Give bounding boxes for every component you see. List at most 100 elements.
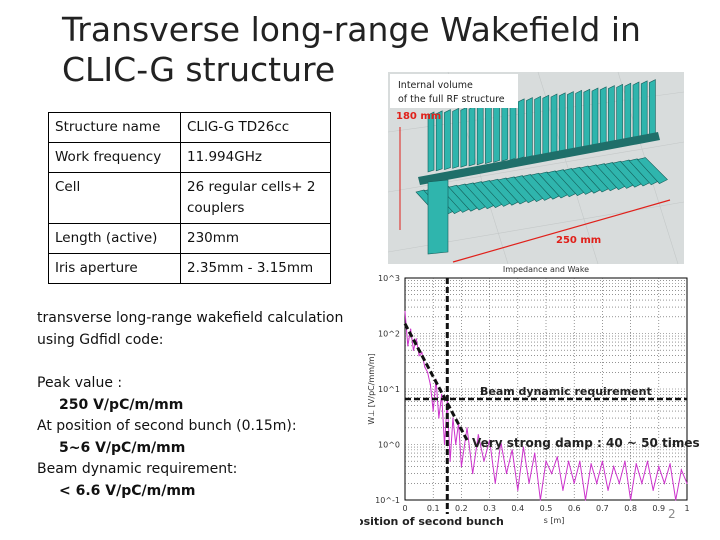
x-tick-label: 0.9 (652, 504, 665, 513)
wake-point (443, 443, 446, 446)
note-label: Beam dynamic requirement: (37, 461, 238, 477)
x-tick-label: 0.1 (427, 504, 440, 513)
note-value: 250 V/pC/m/mm (59, 396, 184, 413)
row-key: Cell (48, 172, 181, 224)
row-value: 2.35mm - 3.15mm (180, 253, 331, 284)
structure-render: Internal volume of the full RF structure… (388, 72, 684, 264)
wake-point (432, 410, 434, 412)
wake-point (562, 489, 564, 491)
y-tick-label: 10^0 (378, 441, 400, 450)
wake-point (556, 456, 558, 458)
row-value: CLIG-G TD26cc (180, 112, 331, 143)
wake-point (412, 349, 415, 351)
x-tick-label: 0.6 (568, 504, 581, 513)
notes: Peak value : 250 V/pC/m/mm At position of … (37, 373, 367, 502)
wake-point (675, 499, 677, 501)
note-value: 5~6 V/pC/m/mm (59, 439, 186, 456)
wake-point (505, 472, 508, 475)
wake-point (441, 393, 443, 395)
render-caption: Internal volume (398, 80, 473, 91)
x-tick-label: 0.7 (596, 504, 609, 513)
second-bunch-label: Position of second bunch (360, 515, 504, 528)
wake-point (567, 460, 570, 462)
note-label: Peak value : (37, 375, 123, 391)
page-number: 2 (668, 507, 676, 521)
wake-point (624, 460, 626, 462)
wake-point (601, 460, 603, 462)
table-row: Length (active) 230mm (48, 223, 331, 254)
wake-point (584, 499, 587, 501)
wake-point (641, 482, 643, 484)
height-label: 180 mm (396, 111, 441, 122)
table-row: Structure name CLIG-G TD26cc (48, 112, 331, 143)
wake-point (658, 465, 660, 468)
x-tick-label: 1 (684, 504, 689, 513)
wake-point (551, 472, 553, 475)
row-value: 230mm (180, 223, 331, 254)
wake-point (517, 489, 519, 491)
wake-point (494, 482, 496, 484)
wake-point (472, 472, 474, 475)
wake-point (449, 460, 451, 462)
y-tick-label: 10^3 (378, 274, 400, 283)
y-tick-label: 10^1 (378, 385, 400, 394)
wake-point (410, 328, 412, 330)
wake-point (438, 417, 440, 419)
wake-point (590, 463, 592, 465)
wake-point (630, 499, 632, 501)
x-tick-label: 0.3 (483, 504, 496, 513)
wake-point (415, 338, 417, 340)
spec-table: Structure name CLIG-G TD26cc Work frequenc… (48, 112, 331, 284)
wake-point (426, 371, 429, 373)
row-value: 26 regular cells+ 2 couplers (180, 172, 331, 224)
y-tick-label: 10^-1 (375, 496, 400, 505)
note-label: At position of second bunch (0.15m): (37, 418, 297, 434)
row-key: Iris aperture (48, 253, 181, 284)
wake-chart: 0 0.1 0.2 0.3 0.4 0.5 0.6 0.7 0.8 0.9 1 10^-1 10^0 10… (360, 265, 700, 528)
row-key: Work frequency (48, 142, 181, 173)
x-tick-label: 0.5 (540, 504, 553, 513)
wake-point (579, 460, 581, 462)
wake-point (607, 489, 609, 491)
x-tick-label: 0.4 (511, 504, 524, 513)
wake-point (452, 417, 454, 419)
svg-text:of the full RF structure: of the full RF structure (398, 94, 505, 105)
x-tick-label: 0 (402, 504, 407, 513)
wake-point (652, 489, 654, 491)
row-key: Length (active) (48, 223, 181, 254)
wake-point (613, 465, 615, 468)
wake-point (534, 452, 536, 454)
table-row: Iris aperture 2.35mm - 3.15mm (48, 253, 331, 284)
wake-point (418, 354, 420, 357)
wake-point (686, 482, 688, 484)
y-axis-label: W⊥ [V/pC/mm/m] (367, 353, 376, 424)
wake-point (596, 482, 598, 484)
requirement-label: Beam dynamic requirement (480, 385, 652, 398)
row-key: Structure name (48, 112, 181, 143)
wake-point (545, 460, 547, 462)
description: transverse long-range wakefield calculat… (37, 310, 344, 348)
x-axis-label: s [m] (544, 516, 565, 525)
length-label: 250 mm (556, 235, 601, 246)
wake-point (539, 499, 541, 501)
wake-point (618, 482, 620, 484)
note-value: < 6.6 V/pC/m/mm (59, 482, 196, 499)
chart-title: Impedance and Wake (503, 265, 589, 274)
wake-point (407, 345, 409, 347)
table-row: Work frequency 11.994GHz (48, 142, 331, 173)
wake-point (669, 463, 671, 465)
wake-point (646, 460, 649, 462)
x-tick-label: 0.2 (455, 504, 468, 513)
wake-point (573, 482, 575, 484)
table-row: Cell 26 regular cells+ 2 couplers (48, 172, 331, 224)
wake-point (663, 482, 666, 484)
x-tick-label: 0.8 (624, 504, 637, 513)
wake-point (635, 463, 637, 465)
wake-point (424, 366, 426, 368)
y-tick-label: 10^2 (378, 330, 400, 339)
wake-point (466, 427, 468, 429)
wake-point (460, 465, 462, 468)
damping-label: Very strong damp : 40 ~ 50 times (472, 436, 700, 450)
wake-point (404, 310, 406, 313)
wake-point (528, 482, 530, 484)
